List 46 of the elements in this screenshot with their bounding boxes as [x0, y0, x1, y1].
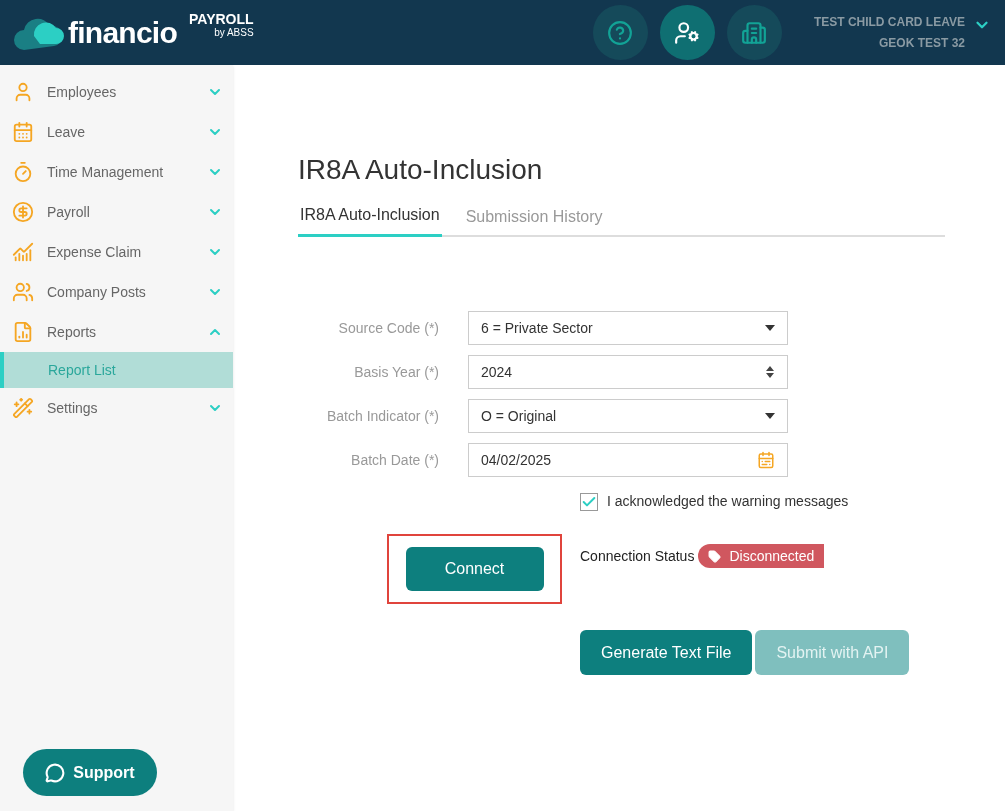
generate-button[interactable]: Generate Text File — [580, 630, 753, 675]
product-vendor: by ABSS — [214, 26, 254, 39]
dropdown-arrow-icon — [765, 413, 775, 419]
sidebar-item[interactable]: Payroll — [0, 192, 233, 232]
sidebar-item[interactable]: Expense Claim — [0, 232, 233, 272]
logo-text: financio — [68, 15, 177, 51]
select-field[interactable]: 6 = Private Sector — [468, 311, 788, 345]
sidebar-item[interactable]: Leave — [0, 112, 233, 152]
report-icon — [12, 321, 34, 343]
support-button[interactable]: Support — [23, 749, 157, 796]
dropdown-arrow-icon — [765, 325, 775, 331]
sidebar-item[interactable]: Employees — [0, 72, 233, 112]
number-field[interactable]: 2024 — [468, 355, 788, 389]
sidebar-item[interactable]: Time Management — [0, 152, 233, 192]
calendar-icon — [12, 121, 34, 143]
company-name: TEST CHILD CARD LEAVE — [813, 13, 965, 31]
spinner-icon — [765, 365, 775, 379]
select-field[interactable]: O = Original — [468, 399, 788, 433]
checkbox-label: I acknowledged the warning messages — [607, 492, 849, 511]
building-icon — [741, 19, 768, 46]
checkbox[interactable] — [580, 492, 598, 511]
field-label: Batch Date (*) — [350, 450, 440, 470]
status-badge: Disconnected — [698, 544, 825, 568]
sidebar-item[interactable]: Reports — [0, 312, 233, 352]
status-label: Connection Status — [580, 546, 695, 566]
people-icon — [12, 281, 34, 303]
sidebar-item[interactable]: Company Posts — [0, 272, 233, 312]
date-field[interactable]: 04/02/2025 — [468, 443, 788, 477]
user-name: GEOK TEST 32 — [878, 34, 965, 52]
user-gear-button[interactable] — [659, 5, 715, 60]
field-label: Batch Indicator (*) — [325, 406, 440, 426]
tag-icon — [708, 549, 722, 563]
tab[interactable]: Submission History — [463, 203, 605, 237]
connect-button[interactable]: Connect — [405, 547, 544, 591]
field-label: Basis Year (*) — [353, 362, 440, 382]
tab[interactable]: IR8A Auto-Inclusion — [298, 203, 442, 237]
stopwatch-icon — [12, 161, 34, 183]
sidebar-item[interactable]: Settings — [0, 388, 233, 428]
page-title: IR8A Auto-Inclusion — [298, 153, 544, 187]
magic-wand-icon — [12, 397, 34, 419]
product-name: PAYROLL — [189, 10, 254, 27]
calendar-icon — [757, 451, 775, 469]
chat-bubble-icon — [45, 762, 66, 783]
help-icon — [607, 19, 634, 46]
user-gear-icon — [674, 19, 701, 46]
field-label: Source Code (*) — [337, 318, 440, 338]
